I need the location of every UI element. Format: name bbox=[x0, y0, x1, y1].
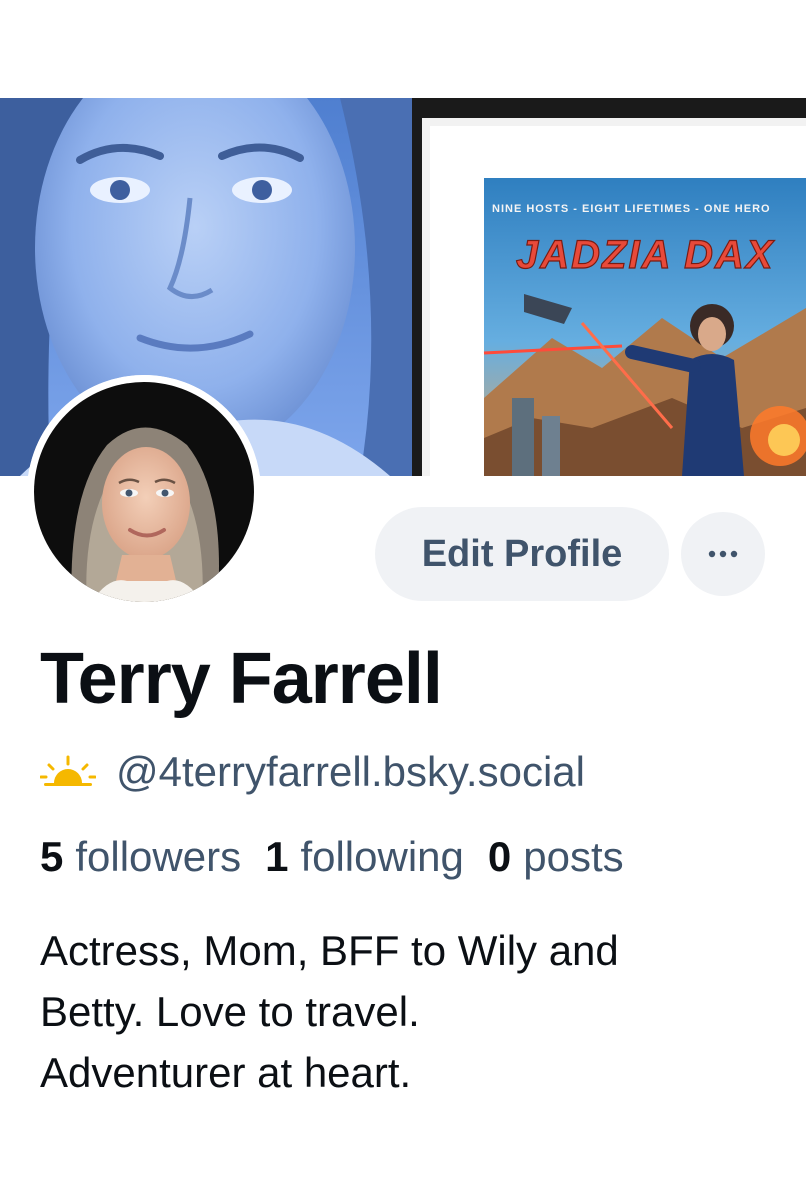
display-name: Terry Farrell bbox=[40, 639, 443, 719]
edit-profile-button[interactable]: Edit Profile bbox=[375, 507, 669, 601]
posts-label: posts bbox=[523, 833, 624, 880]
posts-stat: 0 posts bbox=[488, 833, 624, 881]
posts-count: 0 bbox=[487, 833, 512, 880]
profile-stats: 5 followers 1 following 0 posts bbox=[40, 827, 648, 887]
following-label: following bbox=[300, 833, 464, 880]
more-options-button[interactable] bbox=[681, 512, 765, 596]
following-count: 1 bbox=[265, 833, 289, 880]
bio-line: Betty. Love to travel. bbox=[40, 988, 420, 1035]
profile-bio: Actress, Mom, BFF to Wily and Betty. Lov… bbox=[40, 920, 770, 1103]
bio-line: Actress, Mom, BFF to Wily and bbox=[40, 927, 619, 974]
edit-profile-label: Edit Profile bbox=[421, 532, 623, 575]
avatar[interactable] bbox=[27, 375, 261, 609]
profile-page: NINE HOSTS - EIGHT LIFETIMES - ONE HERO … bbox=[0, 0, 806, 1200]
followers-count: 5 bbox=[40, 833, 64, 880]
bio-line: Adventurer at heart. bbox=[40, 1049, 412, 1096]
ellipsis-icon bbox=[708, 545, 738, 563]
profile-handle[interactable]: @4terryfarrell.bsky.social bbox=[116, 748, 585, 796]
sun-icon bbox=[39, 755, 97, 789]
followers-stat[interactable]: 5 followers bbox=[40, 833, 241, 881]
poster-tagline: NINE HOSTS - EIGHT LIFETIMES - ONE HERO bbox=[492, 203, 771, 215]
banner-framed-poster: NINE HOSTS - EIGHT LIFETIMES - ONE HERO … bbox=[412, 98, 806, 476]
followers-label: followers bbox=[75, 833, 242, 880]
following-stat[interactable]: 1 following bbox=[265, 833, 464, 881]
handle-row: @4terryfarrell.bsky.social bbox=[39, 742, 585, 802]
poster-title: JADZIA DAX bbox=[516, 233, 775, 277]
